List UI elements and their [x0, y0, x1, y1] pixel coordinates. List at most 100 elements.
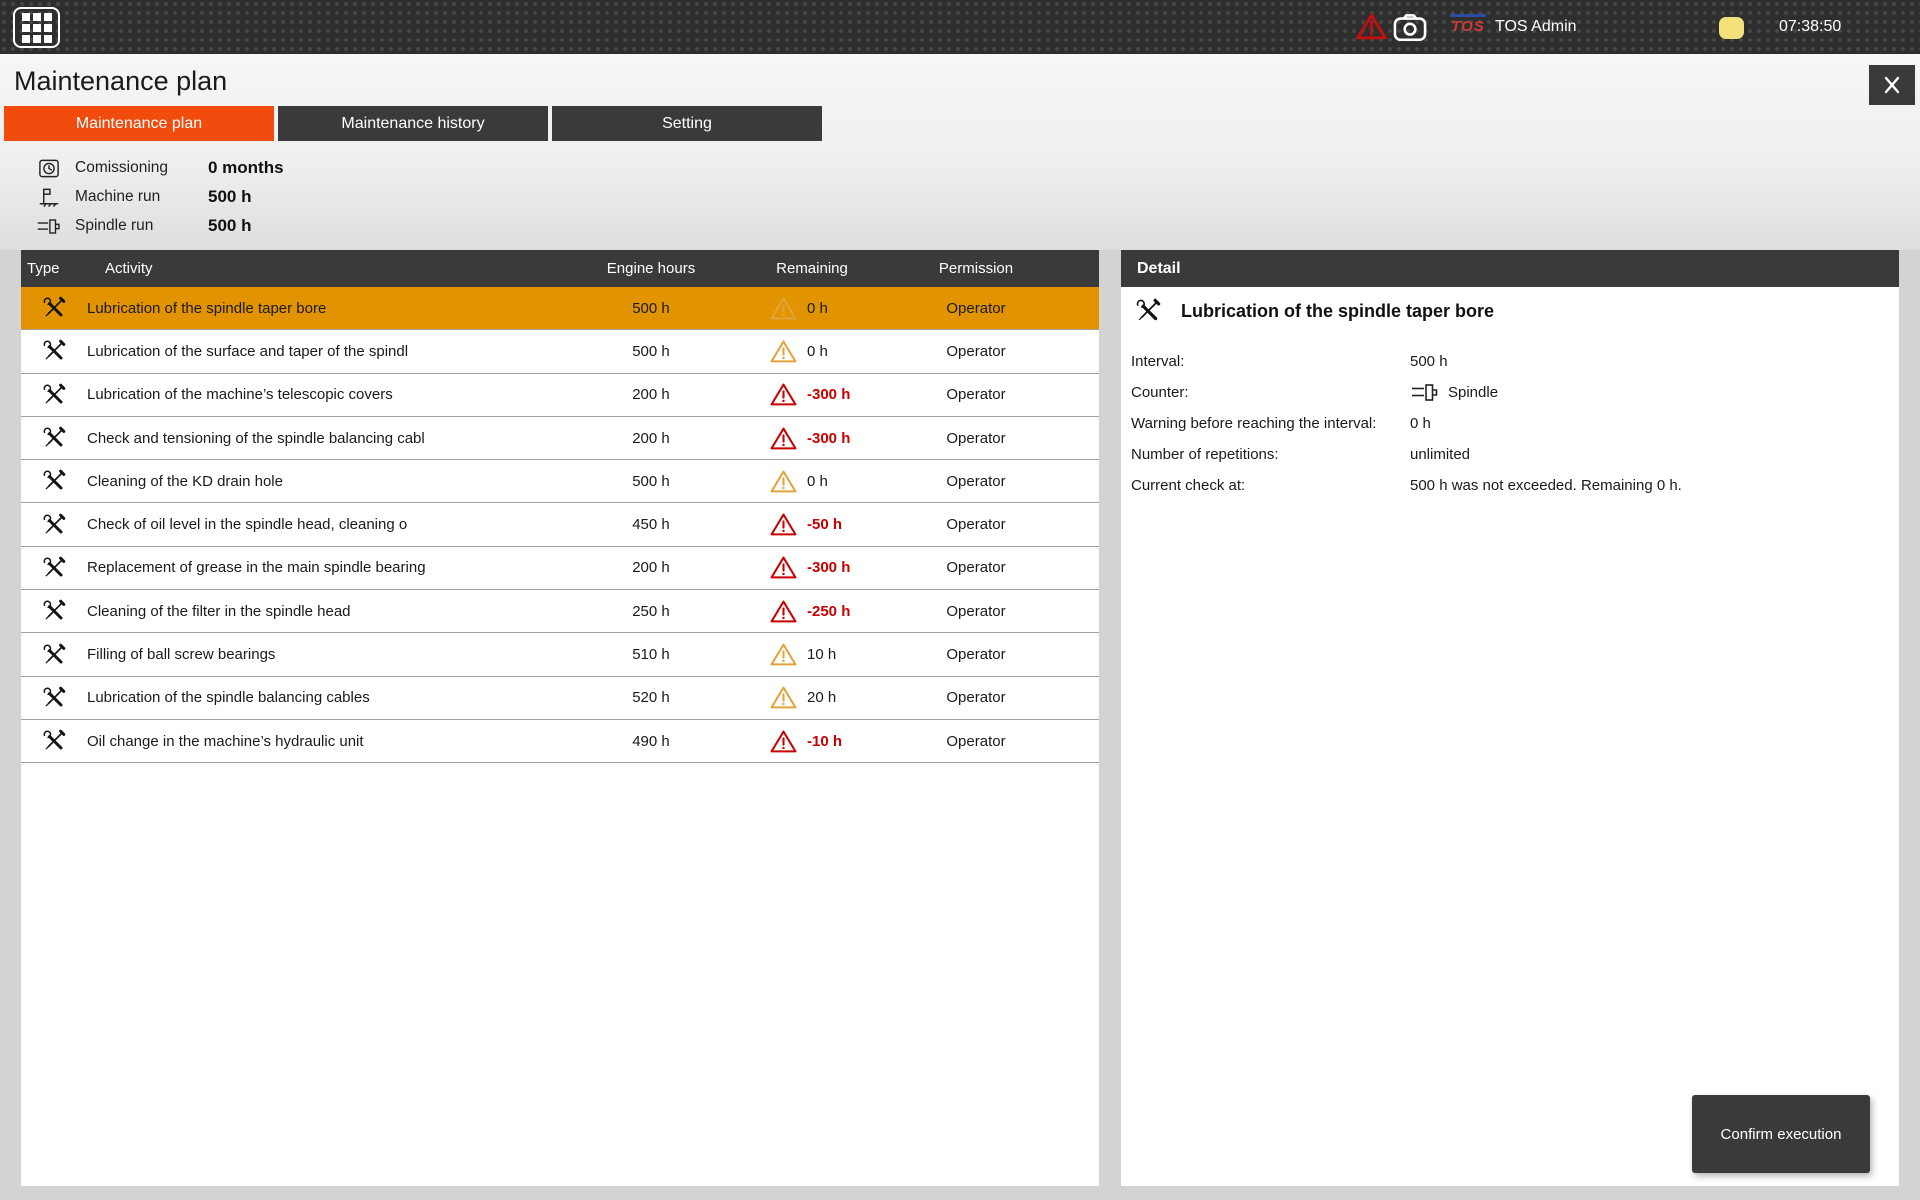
tools-icon [41, 547, 67, 589]
table-row[interactable]: Lubrication of the spindle balancing cab… [21, 677, 1099, 720]
counter-value: 500 h [208, 216, 251, 236]
table-row[interactable]: Filling of ball screw bearings 510 h 10 … [21, 633, 1099, 676]
remaining-value: -250 h [807, 603, 850, 620]
maintenance-table: Type Activity Engine hours Remaining Per… [21, 250, 1099, 1186]
table-row[interactable]: Check and tensioning of the spindle bala… [21, 417, 1099, 460]
engine-hours-value: 500 h [561, 287, 741, 329]
camera-icon[interactable] [1393, 13, 1427, 42]
counter-name: Spindle [1448, 384, 1498, 401]
permission-value: Operator [901, 547, 1051, 589]
table-row[interactable]: Lubrication of the surface and taper of … [21, 330, 1099, 373]
detail-title-text: Lubrication of the spindle taper bore [1181, 301, 1494, 322]
remaining-value: 0 h [807, 343, 828, 360]
remaining-cell: 20 h [770, 677, 836, 719]
tools-icon [41, 720, 67, 762]
counter-comissioning: Comissioning 0 months [36, 156, 284, 180]
tab-label: Maintenance history [341, 115, 484, 133]
field-label: Number of repetitions: [1131, 446, 1410, 463]
spindle-icon [36, 217, 62, 236]
column-header-activity: Activity [105, 250, 153, 287]
detail-header-title: Detail [1137, 250, 1181, 287]
tos-logo-text: TOS [1450, 18, 1486, 35]
tab[interactable]: Maintenance plan [4, 106, 274, 141]
remaining-cell: 0 h [770, 330, 828, 372]
remaining-cell: -300 h [770, 417, 850, 459]
remaining-value: -10 h [807, 733, 842, 750]
warning-triangle-icon [770, 729, 797, 754]
tab[interactable]: Setting [552, 106, 822, 141]
tools-icon [1135, 298, 1161, 324]
permission-value: Operator [901, 417, 1051, 459]
table-row[interactable]: Lubrication of the spindle taper bore 50… [21, 287, 1099, 330]
table-row[interactable]: Cleaning of the filter in the spindle he… [21, 590, 1099, 633]
confirm-execution-button[interactable]: Confirm execution [1692, 1095, 1870, 1173]
field-label: Warning before reaching the interval: [1131, 415, 1410, 432]
engine-hours-value: 500 h [561, 460, 741, 502]
page-title: Maintenance plan [14, 66, 227, 97]
detail-activity-title: Lubrication of the spindle taper bore [1135, 298, 1899, 324]
tools-icon [41, 503, 67, 545]
remaining-cell: -300 h [770, 547, 850, 589]
table-row[interactable]: Check of oil level in the spindle head, … [21, 503, 1099, 546]
activity-label: Filling of ball screw bearings [87, 633, 275, 675]
user-name: TOS Admin [1495, 0, 1577, 54]
counter-machine-run: Machine run 500 h [36, 185, 284, 209]
spindle-icon [1410, 382, 1440, 403]
remaining-value: 10 h [807, 646, 836, 663]
remaining-cell: 0 h [770, 460, 828, 502]
engine-hours-value: 250 h [561, 590, 741, 632]
remaining-value: -300 h [807, 559, 850, 576]
apps-grid-icon[interactable] [13, 7, 60, 48]
remaining-value: -300 h [807, 386, 850, 403]
engine-hours-value: 510 h [561, 633, 741, 675]
table-row[interactable]: Oil change in the machine’s hydraulic un… [21, 720, 1099, 763]
machine-counters: Comissioning 0 months Machine run 500 h … [36, 156, 284, 243]
warning-triangle-icon [770, 382, 797, 407]
tab-label: Setting [662, 115, 712, 133]
field-counter: Counter: Spindle [1131, 381, 1899, 403]
field-label: Interval: [1131, 353, 1410, 370]
tools-icon [41, 287, 67, 329]
counter-label: Machine run [75, 188, 208, 206]
tos-logo: TOS [1450, 14, 1486, 35]
activity-label: Cleaning of the KD drain hole [87, 460, 283, 502]
detail-panel: Detail Lubrication of the spindle taper … [1121, 250, 1899, 1186]
engine-hours-value: 200 h [561, 417, 741, 459]
activity-label: Lubrication of the surface and taper of … [87, 330, 408, 372]
permission-value: Operator [901, 590, 1051, 632]
counter-label: Comissioning [75, 159, 208, 177]
table-row[interactable]: Cleaning of the KD drain hole 500 h 0 h … [21, 460, 1099, 503]
field-interval: Interval: 500 h [1131, 350, 1899, 372]
alarm-warning-icon[interactable] [1356, 12, 1387, 41]
tools-icon [41, 330, 67, 372]
remaining-cell: 10 h [770, 633, 836, 675]
field-label: Counter: [1131, 384, 1410, 401]
column-header-permission: Permission [901, 250, 1051, 287]
field-current-check: Current check at: 500 h was not exceeded… [1131, 474, 1899, 496]
top-bar: TOS TOS Admin 07:38:50 [0, 0, 1920, 54]
close-icon [1881, 75, 1903, 95]
permission-value: Operator [901, 330, 1051, 372]
tab-label: Maintenance plan [76, 115, 202, 133]
permission-value: Operator [901, 460, 1051, 502]
warning-triangle-icon [770, 339, 797, 364]
clock-time: 07:38:50 [1779, 0, 1841, 54]
warning-triangle-icon [770, 469, 797, 494]
header-zone [0, 54, 1920, 250]
counter-value: 500 h [208, 187, 251, 207]
remaining-value: -50 h [807, 516, 842, 533]
column-header-type: Type [27, 250, 60, 287]
table-row[interactable]: Lubrication of the machine’s telescopic … [21, 374, 1099, 417]
remaining-value: 20 h [807, 689, 836, 706]
activity-label: Lubrication of the spindle taper bore [87, 287, 326, 329]
table-row[interactable]: Replacement of grease in the main spindl… [21, 547, 1099, 590]
field-label: Current check at: [1131, 477, 1410, 494]
tab[interactable]: Maintenance history [278, 106, 548, 141]
table-header: Type Activity Engine hours Remaining Per… [21, 250, 1099, 287]
tools-icon [41, 590, 67, 632]
tools-icon [41, 417, 67, 459]
permission-value: Operator [901, 677, 1051, 719]
warning-triangle-icon [770, 426, 797, 451]
field-warning: Warning before reaching the interval: 0 … [1131, 412, 1899, 434]
close-button[interactable] [1869, 65, 1915, 105]
